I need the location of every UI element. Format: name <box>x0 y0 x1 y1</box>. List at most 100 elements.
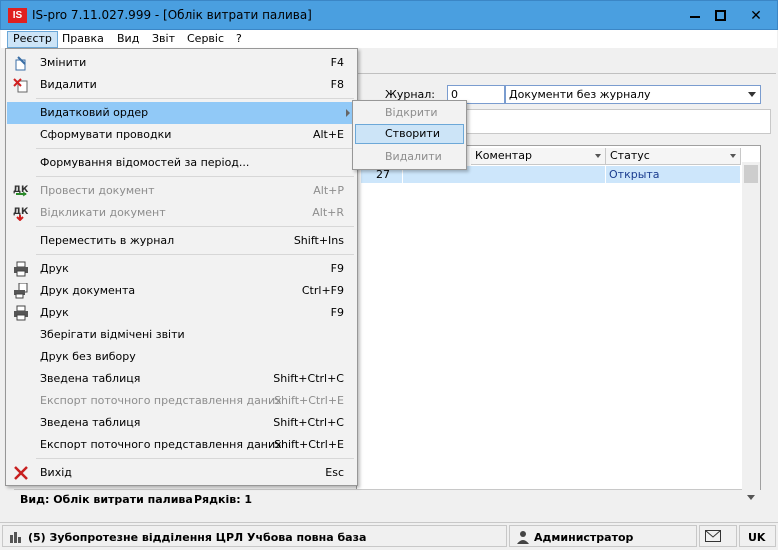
menu-separator <box>36 148 354 149</box>
title-bar: IS IS-pro 7.11.027.999 - [Облік витрати … <box>0 0 778 30</box>
status-org: (5) Зубопротезне відділення ЦРЛ Учбова п… <box>28 531 367 544</box>
menu-help[interactable]: ? <box>231 31 247 48</box>
column-header-comment[interactable]: Коментар <box>471 148 606 165</box>
menu-item-print-document[interactable]: Друк документа Ctrl+F9 <box>7 280 356 302</box>
menu-item-pivot-table[interactable]: Зведена таблиця Shift+Ctrl+C <box>7 368 356 390</box>
menu-item-label: Відкликати документ <box>40 206 166 219</box>
menu-separator <box>36 254 354 255</box>
expense-order-submenu: Відкрити Створити Видалити <box>352 100 467 170</box>
user-icon <box>517 531 529 544</box>
printer-icon <box>14 305 28 321</box>
menu-item-pivot-table-2[interactable]: Зведена таблиця Shift+Ctrl+C <box>7 412 356 434</box>
status-lang: UK <box>748 531 766 544</box>
menu-item-label: Експорт поточного представлення даних <box>40 394 282 407</box>
submenu-item-open[interactable]: Відкрити <box>355 103 464 123</box>
menu-item-period-statements[interactable]: Формування відомостей за період... <box>7 152 356 174</box>
menu-item-export-view[interactable]: Експорт поточного представлення даних Sh… <box>7 390 356 412</box>
exit-x-icon <box>14 466 28 480</box>
documents-grid: Коментар Статус 27 Открыта <box>356 145 761 490</box>
menu-view[interactable]: Вид <box>112 31 144 48</box>
submenu-arrow-icon <box>346 109 350 117</box>
view-name: Вид: Облік витрати палива <box>20 493 193 506</box>
menu-bar: Реєстр Правка Вид Звіт Сервіс ? <box>1 30 777 48</box>
menu-item-expense-order[interactable]: Видатковий ордер <box>7 102 356 124</box>
app-logo-icon: IS <box>8 8 27 23</box>
menu-item-label: Видатковий ордер <box>40 106 149 119</box>
submenu-item-create[interactable]: Створити <box>355 124 464 144</box>
menu-item-revoke-document[interactable]: ДК Відкликати документ Alt+R <box>7 202 356 224</box>
menu-item-label: Змінити <box>40 56 87 69</box>
submenu-item-label: Відкрити <box>385 106 438 119</box>
menu-separator <box>36 98 354 99</box>
menu-item-shortcut: F9 <box>330 262 344 275</box>
status-mail-segment[interactable] <box>699 525 737 547</box>
submenu-item-label: Створити <box>385 127 440 140</box>
menu-item-shortcut: F9 <box>330 306 344 319</box>
column-header-label: Коментар <box>475 149 532 162</box>
menu-item-label: Переместить в журнал <box>40 234 175 247</box>
building-icon <box>10 532 21 543</box>
minimize-icon <box>690 16 700 18</box>
menu-report[interactable]: Звіт <box>147 31 180 48</box>
menu-item-edit[interactable]: Змінити F4 <box>7 52 356 74</box>
status-bar: (5) Зубопротезне відділення ЦРЛ Учбова п… <box>0 522 778 550</box>
menu-service[interactable]: Сервіс <box>182 31 229 48</box>
menu-item-label: Зведена таблиця <box>40 372 141 385</box>
post-doc-icon: ДК <box>13 185 29 197</box>
menu-item-label: Сформувати проводки <box>40 128 172 141</box>
menu-item-export-view-2[interactable]: Експорт поточного представлення даних Sh… <box>7 434 356 456</box>
scroll-down-icon[interactable] <box>747 495 755 500</box>
status-lang-segment[interactable]: UK <box>739 525 776 547</box>
tab-strip <box>356 55 776 74</box>
journal-select[interactable]: Документи без журналу <box>505 85 761 104</box>
column-header-label: Статус <box>610 149 650 162</box>
menu-item-generate-postings[interactable]: Сформувати проводки Alt+E <box>7 124 356 146</box>
registry-dropdown-menu: Змінити F4 Видалити F8 Видатковий ордер … <box>5 48 358 486</box>
menu-item-save-marked-reports[interactable]: Зберігати відмічені звіти <box>7 324 356 346</box>
menu-item-label: Провести документ <box>40 184 155 197</box>
column-header-status[interactable]: Статус <box>606 148 741 165</box>
row-status: Открыта <box>606 166 741 183</box>
menu-item-shortcut: Shift+Ctrl+E <box>274 394 344 407</box>
close-button[interactable]: ✕ <box>741 1 771 31</box>
menu-item-label: Друк <box>40 262 69 275</box>
menu-item-post-document[interactable]: ДК Провести документ Alt+P <box>7 180 356 202</box>
menu-item-label: Формування відомостей за період... <box>40 156 250 169</box>
menu-item-shortcut: F4 <box>330 56 344 69</box>
printer-icon <box>14 261 28 277</box>
menu-item-shortcut: Shift+Ins <box>293 234 344 247</box>
menu-item-print-2[interactable]: Друк F9 <box>7 302 356 324</box>
menu-item-label: Друк без вибору <box>40 350 136 363</box>
edit-icon <box>15 56 26 71</box>
row-count: Рядків: 1 <box>194 493 253 506</box>
menu-item-shortcut: Alt+P <box>313 184 344 197</box>
status-user: Администратор <box>534 531 634 544</box>
menu-item-print-without-selection[interactable]: Друк без вибору <box>7 346 356 368</box>
submenu-item-delete[interactable]: Видалити <box>355 147 464 167</box>
menu-item-shortcut: Alt+E <box>312 128 344 141</box>
maximize-icon <box>715 10 726 21</box>
info-bar: Вид: Облік витрати палива Рядків: 1 <box>14 489 742 508</box>
row-comment <box>471 166 606 183</box>
menu-item-label: Друк <box>40 306 69 319</box>
maximize-button[interactable] <box>707 1 737 31</box>
print-document-icon <box>14 283 28 299</box>
menu-registry[interactable]: Реєстр <box>7 31 58 48</box>
menu-item-exit[interactable]: Вихід Esc <box>7 462 356 484</box>
menu-separator <box>36 176 354 177</box>
scrollbar-thumb[interactable] <box>744 165 758 183</box>
menu-item-delete[interactable]: Видалити F8 <box>7 74 356 96</box>
menu-item-shortcut: F8 <box>330 78 344 91</box>
menu-item-label: Експорт поточного представлення даних <box>40 438 282 451</box>
menu-edit[interactable]: Правка <box>57 31 109 48</box>
vertical-scrollbar[interactable] <box>742 162 760 507</box>
menu-item-shortcut: Alt+R <box>312 206 344 219</box>
journal-select-value: Документи без журналу <box>509 88 651 101</box>
menu-item-label: Друк документа <box>40 284 136 297</box>
menu-item-print[interactable]: Друк F9 <box>7 258 356 280</box>
menu-item-shortcut: Shift+Ctrl+E <box>274 438 344 451</box>
menu-item-move-to-journal[interactable]: Переместить в журнал Shift+Ins <box>7 230 356 252</box>
menu-item-shortcut: Shift+Ctrl+C <box>273 416 344 429</box>
menu-item-label: Видалити <box>40 78 97 91</box>
chevron-down-icon <box>730 154 736 158</box>
